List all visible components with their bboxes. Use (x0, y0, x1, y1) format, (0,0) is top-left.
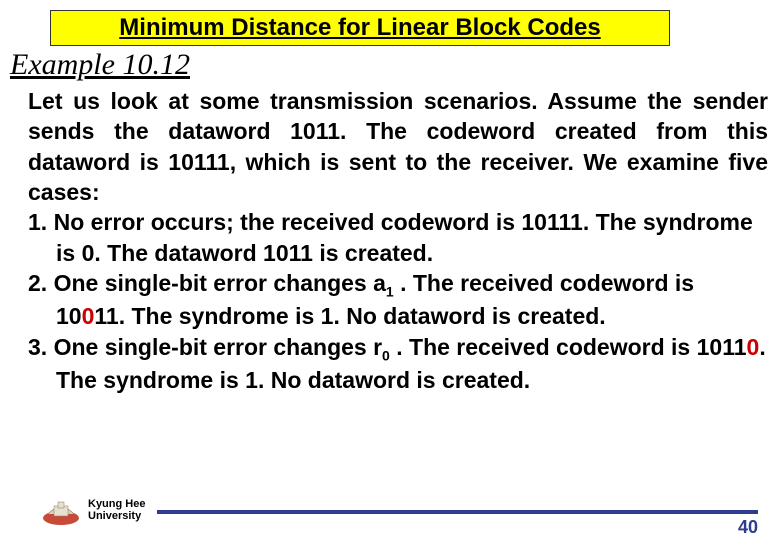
case-3-num: 3. (28, 334, 47, 360)
case-1-num: 1. (28, 209, 47, 235)
case-2-text-a: One single-bit error changes a (54, 270, 386, 296)
case-list: 1. No error occurs; the received codewor… (28, 207, 768, 395)
case-2-red: 0 (82, 303, 95, 329)
case-2-num: 2. (28, 270, 47, 296)
case-2-text-c: 11. The syndrome is 1. No dataword is cr… (94, 303, 605, 329)
university-logo-icon (40, 494, 82, 526)
case-1: 1. No error occurs; the received codewor… (28, 207, 768, 268)
example-label: Example 10.12 (10, 48, 190, 82)
footer-divider (157, 510, 758, 514)
footer: Kyung Hee University (40, 494, 758, 526)
university-line2: University (88, 510, 145, 522)
case-1-text: No error occurs; the received codeword i… (54, 209, 753, 265)
intro-paragraph: Let us look at some transmission scenari… (28, 86, 768, 207)
title-banner: Minimum Distance for Linear Block Codes (50, 10, 670, 46)
case-2-sub: 1 (386, 284, 394, 300)
body-content: Let us look at some transmission scenari… (28, 86, 768, 395)
case-3: 3. One single-bit error changes r0 . The… (28, 332, 768, 395)
page-number: 40 (738, 517, 758, 538)
case-3-text-b: . The received codeword is 1011 (390, 334, 747, 360)
case-2: 2. One single-bit error changes a1 . The… (28, 268, 768, 331)
case-3-text-a: One single-bit error changes r (54, 334, 382, 360)
university-line1: Kyung Hee (88, 498, 145, 510)
case-3-sub: 0 (382, 347, 390, 363)
slide-title: Minimum Distance for Linear Block Codes (119, 14, 600, 42)
university-name: Kyung Hee University (88, 498, 145, 522)
case-3-red: 0 (747, 334, 760, 360)
